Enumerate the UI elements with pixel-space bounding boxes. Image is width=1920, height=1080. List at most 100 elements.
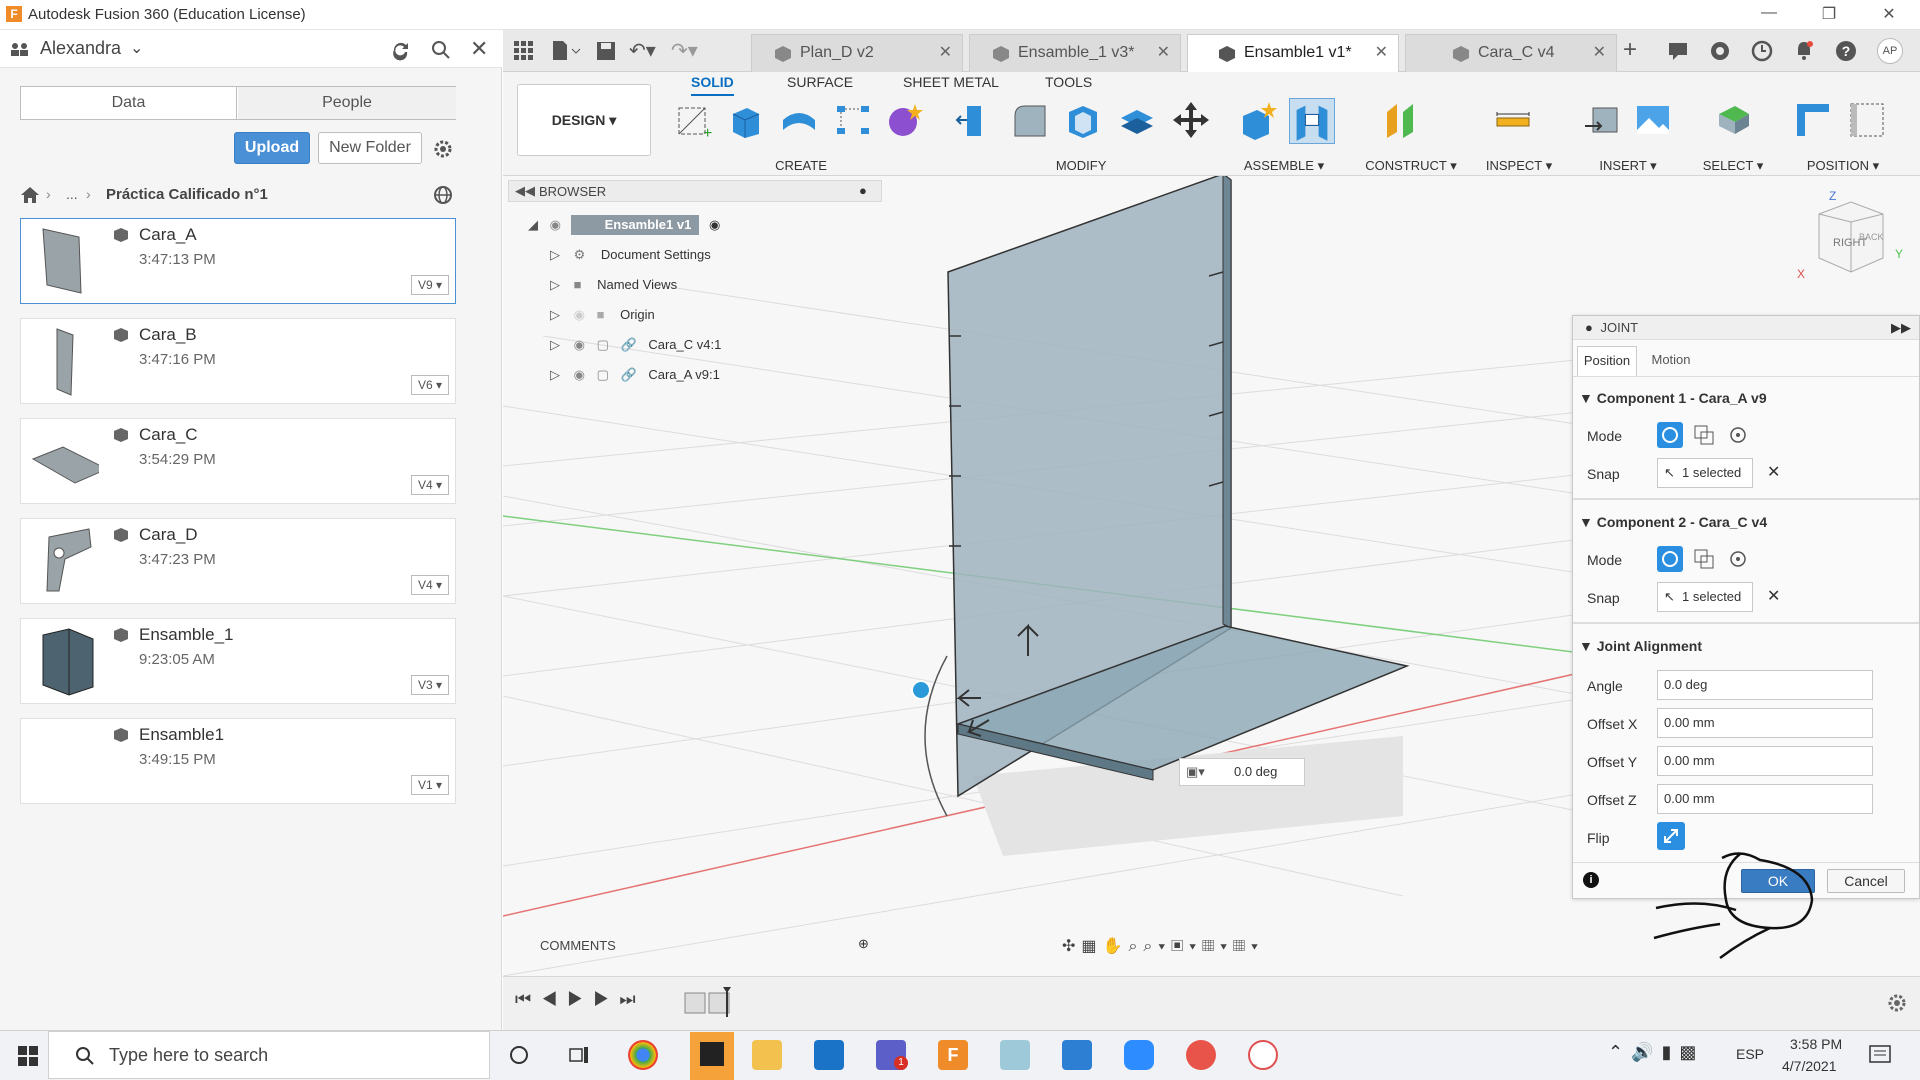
upload-button[interactable]: Upload [234,132,310,164]
job-status-icon[interactable] [1751,40,1773,62]
fit-icon[interactable]: ⌕▾ [1143,938,1171,955]
go-to-end-icon[interactable]: ⏭ [619,989,645,1009]
tree-item-origin[interactable]: ▷ ◉ ■ Origin [550,304,655,326]
move-icon[interactable] [1171,100,1211,140]
notification-center-icon[interactable] [1868,1044,1892,1066]
version-dropdown[interactable]: V1 ▾ [411,775,449,795]
timeline-joint-features[interactable] [683,987,733,1017]
view-cube[interactable]: RIGHT BACK Z X Y [1791,188,1905,292]
file-card-cara-d[interactable]: Cara_D 3:47:23 PM V4 ▾ [20,518,456,604]
clear-selection-icon[interactable]: ✕ [1767,586,1780,606]
globe-icon[interactable] [432,184,454,206]
taskbar-search-box[interactable]: Type here to search [48,1031,490,1079]
chat-icon[interactable] [1667,40,1689,62]
angle-input[interactable]: 0.0 deg [1657,670,1873,700]
doc-tab-plan-d[interactable]: Plan_D v2 ✕ [751,34,963,72]
expand-triangle-icon[interactable]: ▷ [550,337,560,352]
version-dropdown[interactable]: V3 ▾ [411,675,449,695]
collapse-triangle-icon[interactable]: ◢ [528,217,538,232]
expand-triangle-icon[interactable]: ▷ [550,367,560,382]
offset-plane-icon[interactable] [1383,100,1423,140]
version-dropdown[interactable]: V4 ▾ [411,575,449,595]
file-card-ensamble1[interactable]: Ensamble1 3:49:15 PM V1 ▾ [20,718,456,804]
file-card-cara-c[interactable]: Cara_C 3:54:29 PM V4 ▾ [20,418,456,504]
view-cube-back-face[interactable]: BACK [1859,232,1884,242]
mode-simple-button[interactable] [1657,422,1683,448]
close-tab-icon[interactable]: ✕ [1593,35,1606,71]
assemble-menu[interactable]: ASSEMBLE ▾ [1239,158,1329,174]
timeline-settings-gear-icon[interactable] [1885,991,1909,1015]
tab-sheet-metal[interactable]: SHEET METAL [903,74,999,90]
zoom-app-icon[interactable] [1124,1040,1154,1070]
search-icon[interactable] [430,39,452,61]
expand-triangle-icon[interactable]: ▷ [550,277,560,292]
workspace-switcher[interactable]: DESIGN ▾ [517,84,651,156]
joint-alignment-section[interactable]: ▼ Joint Alignment [1579,638,1702,654]
close-tab-icon[interactable]: ✕ [939,35,952,71]
go-to-start-icon[interactable]: ⏮ [515,989,541,1009]
version-dropdown[interactable]: V6 ▾ [411,375,449,395]
new-folder-button[interactable]: New Folder [318,132,422,164]
photos-icon[interactable] [1062,1040,1092,1070]
help-icon[interactable]: ? [1835,40,1857,62]
insert-menu[interactable]: INSERT ▾ [1583,158,1673,174]
select-menu[interactable]: SELECT ▾ [1695,158,1771,174]
pin-icon[interactable]: ● [859,183,867,198]
expand-triangle-icon[interactable]: ▷ [550,307,560,322]
create-sketch-icon[interactable]: + [673,100,713,140]
eye-icon[interactable]: ◉ [574,337,585,352]
info-icon[interactable]: i [1583,872,1599,888]
version-dropdown[interactable]: V4 ▾ [411,475,449,495]
cancel-button[interactable]: Cancel [1827,869,1905,893]
component2-section[interactable]: ▼ Component 2 - Cara_C v4 [1579,514,1767,530]
joint-dialog-header[interactable]: ● JOINT ▶▶ [1573,316,1919,340]
file-explorer-icon[interactable] [752,1040,782,1070]
zoom-icon[interactable]: ⌕ [1128,938,1143,955]
pattern-icon[interactable] [833,100,873,140]
close-panel-icon[interactable]: ✕ [470,36,488,62]
tab-position[interactable]: Position [1577,346,1637,376]
viewports-icon[interactable]: ▦▾ [1233,938,1264,955]
language-indicator[interactable]: ESP [1736,1046,1764,1062]
doc-tab-ensamble-1[interactable]: Ensamble_1 v3* ✕ [969,34,1181,72]
offset-z-input[interactable]: 0.00 mm [1657,784,1873,814]
offset-x-input[interactable]: 0.00 mm [1657,708,1873,738]
angle-input-readout[interactable]: ▣▾ 0.0 deg [1179,758,1305,786]
inspect-menu[interactable]: INSPECT ▾ [1479,158,1559,174]
restore-button[interactable]: ❐ [1806,4,1852,26]
file-card-cara-a[interactable]: Cara_A 3:47:13 PM V9 ▾ [20,218,456,304]
minimize-button[interactable]: — [1746,4,1792,26]
position-revert-icon[interactable] [1847,100,1887,140]
media-app-icon[interactable] [814,1040,844,1070]
clock-date[interactable]: 4/7/2021 [1782,1058,1837,1074]
select-icon[interactable] [1713,100,1753,140]
display-settings-icon[interactable]: ▣▾ [1171,938,1202,955]
file-menu-icon[interactable] [551,40,581,62]
eye-hidden-icon[interactable]: ◉ [574,307,585,322]
version-dropdown[interactable]: V9 ▾ [411,275,449,295]
doc-tab-ensamble1[interactable]: Ensamble1 v1* ✕ [1187,34,1399,72]
app-icon[interactable] [1186,1040,1216,1070]
extrude-icon[interactable] [725,100,765,140]
chevron-down-icon[interactable]: ⌄ [130,38,143,58]
radio-active-icon[interactable]: ◉ [709,217,720,232]
mode-between-button[interactable] [1691,422,1717,448]
chevron-up-icon[interactable]: ⌃ [1608,1042,1631,1062]
cortana-icon[interactable] [508,1044,530,1066]
fillet-icon[interactable] [1009,100,1049,140]
insert-derive-icon[interactable] [1583,100,1623,140]
app-icon[interactable] [1000,1040,1030,1070]
refresh-icon[interactable] [390,39,412,61]
press-pull-icon[interactable] [955,100,995,140]
breadcrumb-ellipsis[interactable]: ... [66,186,78,202]
home-icon[interactable] [20,186,40,204]
chrome-icon[interactable] [628,1040,658,1070]
tab-data[interactable]: Data [21,87,237,119]
play-icon[interactable]: ▶ [567,989,593,1009]
grid-icon[interactable]: ▦▾ [1202,938,1233,955]
mode-simple-button[interactable] [1657,546,1683,572]
extensions-icon[interactable] [1709,40,1731,62]
step-back-icon[interactable]: ◀ [541,989,567,1009]
component1-section[interactable]: ▼ Component 1 - Cara_A v9 [1579,390,1767,406]
close-button[interactable]: ✕ [1866,4,1912,26]
